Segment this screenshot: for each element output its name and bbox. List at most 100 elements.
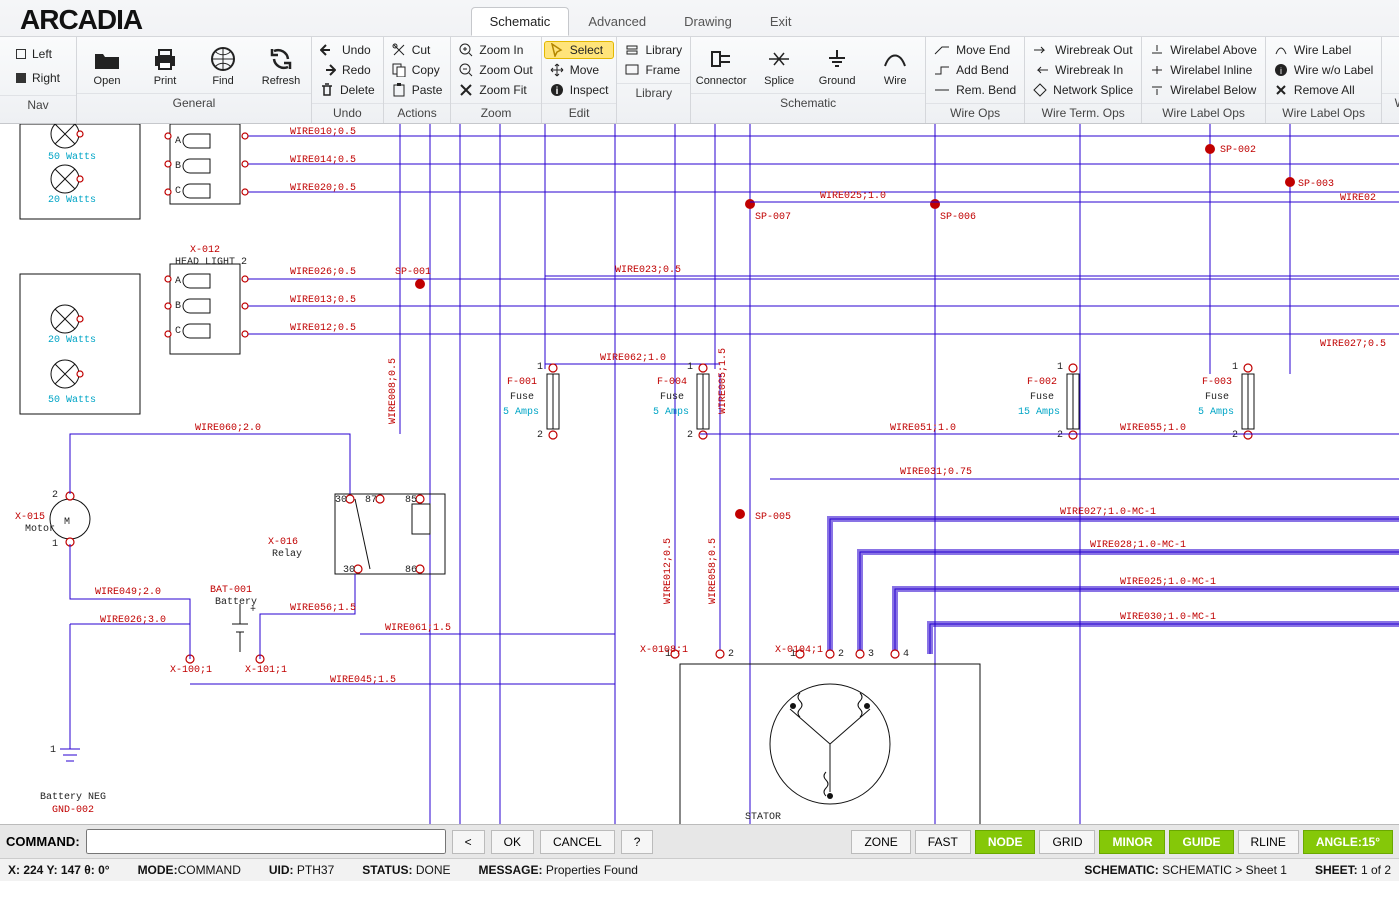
tab-advanced[interactable]: Advanced <box>569 7 665 36</box>
wlabove-button[interactable]: Wirelabel Above <box>1144 41 1263 59</box>
status-uid: UID: PTH37 <box>269 863 334 877</box>
zoom-fit-button[interactable]: Zoom Fit <box>453 81 538 99</box>
library-button[interactable]: Library <box>619 41 688 59</box>
grid-toggle[interactable]: GRID <box>1039 830 1095 854</box>
command-label: COMMAND: <box>6 834 80 849</box>
select-button[interactable]: Select <box>544 41 615 59</box>
svg-text:2: 2 <box>1057 430 1063 441</box>
wwo-button[interactable]: iWire w/o Label <box>1268 61 1379 79</box>
printer-icon <box>139 43 191 75</box>
wbout-button[interactable]: Wirebreak Out <box>1027 41 1139 59</box>
status-coord: X: 224 Y: 147 θ: 0° <box>8 863 110 877</box>
wremove-button[interactable]: Remove All <box>1268 81 1379 99</box>
open-button[interactable]: Open <box>79 41 135 89</box>
angle-toggle[interactable]: ANGLE:15° <box>1303 830 1393 854</box>
schematic-svg: 50 Watts 20 Watts 20 Watts 50 Watts A B … <box>0 124 1399 824</box>
svg-text:WIRE025;1.0-MC-1: WIRE025;1.0-MC-1 <box>1120 577 1216 588</box>
svg-text:4: 4 <box>903 649 909 660</box>
nav-left[interactable]: Left <box>10 45 66 63</box>
library-icon <box>625 43 639 57</box>
frame-button[interactable]: Frame <box>619 61 688 79</box>
cut-button[interactable]: Cut <box>386 41 449 59</box>
svg-text:WIRE061;1.5: WIRE061;1.5 <box>385 623 451 634</box>
print-button[interactable]: Print <box>137 41 193 89</box>
zoom-in-button[interactable]: Zoom In <box>453 41 538 59</box>
svg-text:F-004: F-004 <box>657 377 687 388</box>
svg-text:2: 2 <box>52 490 58 501</box>
ok-button[interactable]: OK <box>491 830 534 854</box>
tab-exit[interactable]: Exit <box>751 7 811 36</box>
delete-button[interactable]: Delete <box>314 81 381 99</box>
cancel-button[interactable]: CANCEL <box>540 830 615 854</box>
svg-text:Fuse: Fuse <box>1030 392 1054 403</box>
wlabel-button[interactable]: Wire Label <box>1268 41 1379 59</box>
wlbelow-button[interactable]: Wirelabel Below <box>1144 81 1263 99</box>
zoom-in-icon <box>459 43 473 57</box>
paste-button[interactable]: Paste <box>386 81 449 99</box>
svg-text:B: B <box>175 161 181 172</box>
svg-text:SP-006: SP-006 <box>940 212 976 223</box>
redo-button[interactable]: Redo <box>314 61 381 79</box>
rline-toggle[interactable]: RLINE <box>1238 830 1299 854</box>
zone-toggle[interactable]: ZONE <box>851 830 910 854</box>
group-label-undo: Undo <box>312 103 383 123</box>
svg-text:M: M <box>64 517 70 528</box>
back-button[interactable]: < <box>452 830 485 854</box>
command-input[interactable] <box>86 829 446 854</box>
svg-text:1: 1 <box>537 362 543 373</box>
status-mode: MODE:COMMAND <box>138 863 241 877</box>
svg-text:BAT-001: BAT-001 <box>210 585 252 596</box>
wlinline-button[interactable]: Wirelabel Inline <box>1144 61 1263 79</box>
svg-text:1: 1 <box>52 539 58 550</box>
node-toggle[interactable]: NODE <box>975 830 1036 854</box>
refresh-button[interactable]: Refresh <box>253 41 309 89</box>
nav-right[interactable]: Right <box>10 69 66 87</box>
addbend-button[interactable]: Add Bend <box>928 61 1022 79</box>
undo-icon <box>320 43 336 57</box>
tab-schematic[interactable]: Schematic <box>471 7 570 36</box>
wbin-button[interactable]: Wirebreak In <box>1027 61 1139 79</box>
svg-text:1: 1 <box>687 362 693 373</box>
find-button[interactable]: Find <box>195 41 251 89</box>
ground-button[interactable]: Ground <box>809 41 865 89</box>
svg-text:2: 2 <box>728 649 734 660</box>
status-bar: X: 224 Y: 147 θ: 0° MODE:COMMAND UID: PT… <box>0 858 1399 881</box>
group-label-wiref: Wire F <box>1382 93 1399 113</box>
svg-text:Battery NEG: Battery NEG <box>40 792 106 803</box>
svg-text:WIRE023;0.5: WIRE023;0.5 <box>615 265 681 276</box>
netsplice-button[interactable]: Network Splice <box>1027 81 1139 99</box>
svg-text:1: 1 <box>1232 362 1238 373</box>
svg-text:A: A <box>175 276 181 287</box>
undo-button[interactable]: Undo <box>314 41 381 59</box>
schematic-canvas[interactable]: 50 Watts 20 Watts 20 Watts 50 Watts A B … <box>0 124 1399 824</box>
colour-button[interactable]: Color <box>1384 41 1399 89</box>
group-label-wireops: Wire Ops <box>926 103 1024 123</box>
svg-text:SP-003: SP-003 <box>1298 179 1334 190</box>
ground-icon <box>811 43 863 75</box>
wire-button[interactable]: Wire <box>867 41 923 89</box>
group-label-wlops2: Wire Label Ops <box>1266 103 1381 123</box>
rembend-button[interactable]: Rem. Bend <box>928 81 1022 99</box>
svg-text:Relay: Relay <box>272 548 302 560</box>
help-button[interactable]: ? <box>621 830 654 854</box>
move-button[interactable]: Move <box>544 61 615 79</box>
svg-text:2: 2 <box>537 430 543 441</box>
inspect-button[interactable]: iInspect <box>544 81 615 99</box>
moveend-button[interactable]: Move End <box>928 41 1022 59</box>
minor-toggle[interactable]: MINOR <box>1099 830 1165 854</box>
group-label-zoom: Zoom <box>451 103 540 123</box>
svg-text:X-012: X-012 <box>190 245 220 256</box>
copy-button[interactable]: Copy <box>386 61 449 79</box>
status-sheet: SHEET: 1 of 2 <box>1315 863 1391 877</box>
svg-text:SP-002: SP-002 <box>1220 145 1256 156</box>
tab-drawing[interactable]: Drawing <box>665 7 751 36</box>
guide-toggle[interactable]: GUIDE <box>1169 830 1233 854</box>
svg-text:5 Amps: 5 Amps <box>503 407 539 418</box>
zoom-out-button[interactable]: Zoom Out <box>453 61 538 79</box>
svg-text:WIRE027;1.0-MC-1: WIRE027;1.0-MC-1 <box>1060 507 1156 518</box>
fast-toggle[interactable]: FAST <box>915 830 971 854</box>
svg-text:WIRE062;1.0: WIRE062;1.0 <box>600 353 666 364</box>
svg-text:C: C <box>175 186 181 197</box>
connector-button[interactable]: Connector <box>693 41 749 89</box>
splice-button[interactable]: Splice <box>751 41 807 89</box>
